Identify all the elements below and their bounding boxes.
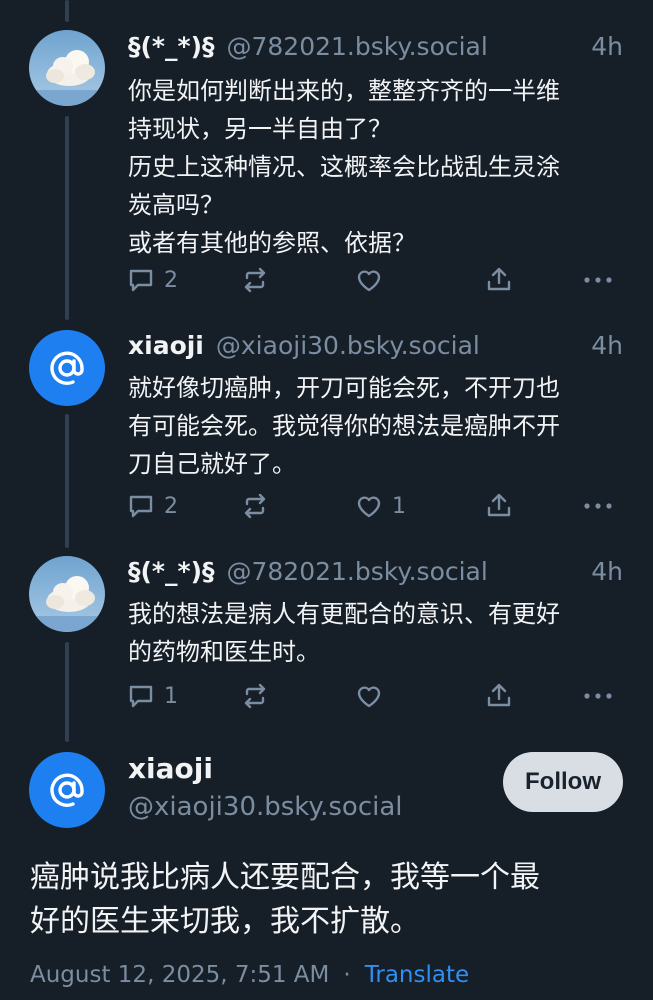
like-button[interactable] — [354, 262, 392, 298]
display-name[interactable]: §(*_*)§ — [128, 32, 215, 61]
at-sign-avatar — [50, 351, 84, 385]
avatar[interactable] — [29, 330, 105, 406]
at-sign-avatar — [50, 773, 84, 807]
share-button[interactable] — [484, 488, 514, 524]
post-text: 就好像切癌肿，开刀可能会死，不开刀也 有可能会死。我觉得你的想法是癌肿不开 刀自… — [128, 374, 560, 478]
main-avatar[interactable] — [29, 752, 105, 828]
more-options-icon — [584, 693, 612, 699]
reply-button[interactable]: 2 — [126, 262, 178, 298]
reply-count: 1 — [164, 683, 178, 709]
cloud-sky-avatar — [29, 50, 105, 106]
avatar[interactable] — [29, 556, 105, 632]
handle[interactable]: @xiaoji30.bsky.social — [216, 331, 581, 360]
repost-icon — [244, 683, 266, 709]
reply-count: 2 — [164, 493, 178, 519]
action-bar: 2 — [126, 262, 616, 298]
display-name[interactable]: xiaoji — [128, 331, 204, 360]
share-button[interactable] — [484, 678, 514, 714]
like-button[interactable]: 1 — [354, 488, 406, 524]
follow-button[interactable]: Follow — [503, 752, 623, 812]
timestamp[interactable]: 4h — [591, 32, 623, 61]
reply-post[interactable]: §(*_*)§ @782021.bsky.social 4h 我的想法是病人有更… — [0, 548, 653, 742]
avatar[interactable] — [29, 30, 105, 106]
like-button[interactable] — [354, 678, 392, 714]
main-display-name[interactable]: xiaoji — [128, 752, 213, 785]
repost-button[interactable] — [240, 678, 270, 714]
main-post-text: 癌肿说我比病人还要配合，我等一个最 好的医生来切我，我不扩散。 — [30, 860, 540, 939]
share-icon — [487, 267, 511, 291]
handle[interactable]: @782021.bsky.social — [227, 32, 582, 61]
action-bar: 2 1 — [126, 488, 616, 524]
action-bar: 1 — [126, 678, 616, 714]
more-button[interactable] — [582, 678, 614, 714]
more-button[interactable] — [582, 262, 614, 298]
main-handle[interactable]: @xiaoji30.bsky.social — [128, 792, 403, 822]
cloud-sky-avatar — [29, 576, 105, 632]
timestamp[interactable]: 4h — [591, 557, 623, 586]
reply-button[interactable]: 1 — [126, 678, 178, 714]
reply-icon — [129, 269, 153, 292]
reply-icon — [129, 685, 153, 708]
post-text: 你是如何判断出来的，整整齐齐的一半维 持现状，另一半自由了？ 历史上这种情况、这… — [128, 77, 560, 257]
more-options-icon — [584, 277, 612, 283]
reply-post[interactable]: xiaoji @xiaoji30.bsky.social 4h 就好像切癌肿，开… — [0, 320, 653, 548]
heart-icon — [357, 686, 381, 708]
repost-icon — [244, 267, 266, 293]
translate-link[interactable]: Translate — [365, 962, 469, 988]
post-meta: August 12, 2025, 7:51 AM · Translate — [30, 962, 469, 988]
display-name[interactable]: §(*_*)§ — [128, 557, 215, 586]
reply-post[interactable]: §(*_*)§ @782021.bsky.social 4h 你是如何判断出来的… — [0, 0, 653, 320]
share-icon — [487, 683, 511, 707]
timestamp[interactable]: 4h — [591, 331, 623, 360]
heart-icon — [357, 496, 381, 518]
post-timestamp: August 12, 2025, 7:51 AM — [30, 962, 330, 988]
reply-icon — [129, 495, 153, 518]
heart-icon — [357, 270, 381, 292]
repost-button[interactable] — [240, 488, 270, 524]
more-button[interactable] — [582, 488, 614, 524]
reply-button[interactable]: 2 — [126, 488, 178, 524]
reply-count: 2 — [164, 267, 178, 293]
post-text: 我的想法是病人有更配合的意识、有更好 的药物和医生时。 — [128, 600, 560, 666]
separator-dot: · — [343, 962, 351, 988]
like-count: 1 — [392, 493, 406, 519]
repost-icon — [244, 493, 266, 519]
more-options-icon — [584, 503, 612, 509]
handle[interactable]: @782021.bsky.social — [227, 557, 582, 586]
share-button[interactable] — [484, 262, 514, 298]
share-icon — [487, 493, 511, 517]
repost-button[interactable] — [240, 262, 270, 298]
